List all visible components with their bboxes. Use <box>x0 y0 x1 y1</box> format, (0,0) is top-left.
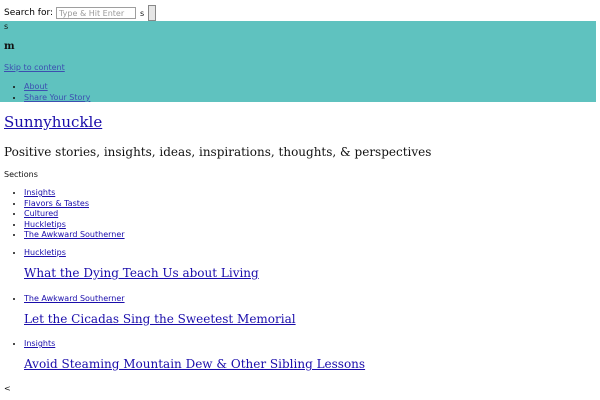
nav-item-share-your-story: Share Your Story <box>24 92 90 103</box>
search-submit-button[interactable] <box>148 5 157 21</box>
search-label: Search for: <box>4 8 54 18</box>
menu-icon[interactable]: m <box>4 41 15 52</box>
section-link-huckletips[interactable]: Huckletips <box>24 220 66 229</box>
section-item: Huckletips <box>24 220 125 231</box>
section-link-awkward-southerner[interactable]: The Awkward Southerner <box>24 230 125 239</box>
skip-to-content-link[interactable]: Skip to content <box>4 63 65 72</box>
article-title-link[interactable]: Let the Cicadas Sing the Sweetest Memori… <box>24 312 296 326</box>
nav-item-about: About <box>24 81 90 92</box>
article-title-link[interactable]: Avoid Steaming Mountain Dew & Other Sibl… <box>24 357 365 371</box>
header-banner: s m Skip to content About Share Your Sto… <box>0 21 596 102</box>
article-category-item: Huckletips <box>24 248 66 257</box>
article-category-link[interactable]: Huckletips <box>24 248 66 257</box>
search-icon: s <box>140 8 145 18</box>
sections-list: Insights Flavors & Tastes Cultured Huckl… <box>4 188 125 241</box>
search-input[interactable] <box>56 7 137 19</box>
article-card: Insights Avoid Steaming Mountain Dew & O… <box>4 339 365 371</box>
site-title-link[interactable]: Sunnyhuckle <box>4 113 102 131</box>
article-card: Huckletips What the Dying Teach Us about… <box>4 248 259 280</box>
section-item: Flavors & Tastes <box>24 199 125 210</box>
article-category-item: Insights <box>24 339 55 348</box>
section-link-insights[interactable]: Insights <box>24 188 55 197</box>
article-category-link[interactable]: The Awkward Southerner <box>24 294 125 303</box>
search-bar: Search for: s <box>4 5 157 21</box>
section-item: Cultured <box>24 209 125 220</box>
nav-link-share-your-story[interactable]: Share Your Story <box>24 93 90 102</box>
site-tagline: Positive stories, insights, ideas, inspi… <box>4 145 432 159</box>
section-link-cultured[interactable]: Cultured <box>24 209 58 218</box>
nav-link-about[interactable]: About <box>24 82 48 91</box>
section-item: The Awkward Southerner <box>24 230 125 241</box>
article-category-link[interactable]: Insights <box>24 339 55 348</box>
article-card: The Awkward Southerner Let the Cicadas S… <box>4 294 296 326</box>
article-title-link[interactable]: What the Dying Teach Us about Living <box>24 266 259 280</box>
social-icon-s[interactable]: s <box>4 22 8 31</box>
section-item: Insights <box>24 188 125 199</box>
article-category-item: The Awkward Southerner <box>24 294 125 303</box>
sections-heading: Sections <box>4 170 38 179</box>
section-link-flavors-tastes[interactable]: Flavors & Tastes <box>24 199 89 208</box>
previous-arrow-icon[interactable]: < <box>4 384 11 393</box>
top-nav: About Share Your Story <box>4 81 90 103</box>
